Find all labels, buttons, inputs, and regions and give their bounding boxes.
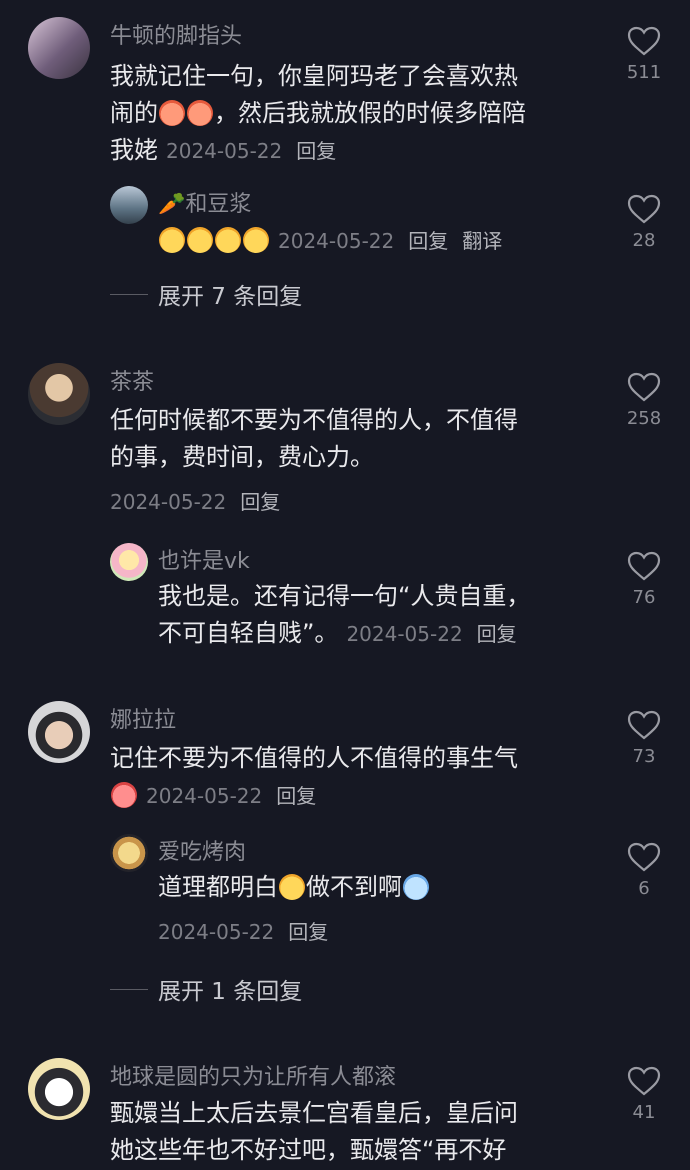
reply-meta: 2024-05-22 回复 翻译 [278,229,502,253]
smile-emoji-icon [279,874,305,900]
reply-username[interactable]: 也许是vk [158,543,250,575]
heart-icon [627,1066,661,1096]
like-count: 6 [638,878,650,899]
comment-text-line: 闹的 ，然后我就放假的时候多陪陪 [110,99,526,127]
reply-text: 我也是。还有记得一句“人贵自重， 不可自轻自贱”。 2024-05-22 回复 [158,578,598,653]
reply-button[interactable]: 回复 [276,784,316,808]
like-count: 41 [632,1102,656,1123]
expand-replies-label: 展开 1 条回复 [158,979,303,1005]
comment-text-line: 的事，费时间，费心力。 [110,443,374,471]
heart-icon [627,551,661,581]
avatar[interactable] [110,834,148,872]
avatar[interactable] [28,363,90,425]
comment-text-line: 记住不要为不值得的人不值得的事生气 [110,744,518,772]
crying-emoji-icon [159,100,185,126]
heart-icon [627,842,661,872]
heart-icon [627,710,661,740]
avatar[interactable] [28,17,90,79]
reply-date: 2024-05-22 [278,229,395,253]
like-button[interactable]: 41 [622,1066,666,1123]
smile-emoji-icon [243,227,269,253]
avatar[interactable] [28,1058,90,1120]
comment-username[interactable]: 娜拉拉 [110,702,176,734]
reply-date: 2024-05-22 [158,920,275,944]
crying-emoji-icon [187,100,213,126]
angry-emoji-icon [111,782,137,808]
smile-emoji-icon [159,227,185,253]
reply-button[interactable]: 回复 [296,139,336,163]
like-button[interactable]: 76 [622,551,666,608]
reply-text: 道理都明白 做不到啊 [158,869,430,906]
avatar[interactable] [110,543,148,581]
divider [110,293,148,295]
reply-text-line: 我也是。还有记得一句“人贵自重， [158,582,531,610]
comment-meta: 2024-05-22 回复 [110,486,280,515]
comment-text-line: 我姥 2024-05-22 回复 [110,136,337,164]
comment-date: 2024-05-22 [110,490,227,514]
comment-username[interactable]: 地球是圆的只为让所有人都滚 [110,1059,396,1091]
like-button[interactable]: 28 [622,194,666,251]
comment-text: 我就记住一句，你皇阿玛老了会喜欢热 闹的 ，然后我就放假的时候多陪陪 我姥 2024… [110,58,590,170]
like-count: 28 [632,230,656,251]
smile-emoji-icon [215,227,241,253]
comment-text-line: 任何时候都不要为不值得的人，不值得 [110,406,518,434]
heart-icon [627,26,661,56]
heart-icon [627,194,661,224]
expand-replies-label: 展开 7 条回复 [158,284,303,310]
comment-text-line: 甄嬛当上太后去景仁宫看皇后，皇后问 [110,1099,518,1127]
avatar[interactable] [110,186,148,224]
like-button[interactable]: 511 [622,26,666,83]
comment-meta: 2024-05-22 回复 [146,784,316,808]
reply-username[interactable]: 爱吃烤肉 [158,834,246,866]
reply-button[interactable]: 回复 [240,490,280,514]
comment-date: 2024-05-22 [166,139,283,163]
like-button[interactable]: 73 [622,710,666,767]
comment-username[interactable]: 牛顿的脚指头 [110,18,242,50]
reply-text-line: 不可自轻自贱”。 2024-05-22 回复 [158,619,517,647]
like-count: 73 [632,746,656,767]
comment-text: 甄嬛当上太后去景仁宫看皇后，皇后问 她这些年也不好过吧，甄嬛答“再不好 [110,1095,590,1169]
reply-button[interactable]: 回复 [477,622,517,646]
like-count: 511 [626,62,662,83]
divider [110,988,148,990]
like-count: 258 [626,408,662,429]
expand-replies-button[interactable]: 展开 1 条回复 [110,972,302,1006]
reply-date: 2024-05-22 [346,622,463,646]
reply-username[interactable]: 🥕和豆浆 [158,186,251,218]
comment-date: 2024-05-22 [146,784,263,808]
comment-text: 记住不要为不值得的人不值得的事生气 2024-05-22 回复 [110,740,590,815]
comment-text-line: 我就记住一句，你皇阿玛老了会喜欢热 [110,62,518,90]
translate-button[interactable]: 翻译 [462,229,502,253]
comment-text-line: 2024-05-22 回复 [110,777,590,815]
reply-button[interactable]: 回复 [288,920,328,944]
avatar[interactable] [28,701,90,763]
reply-text: 2024-05-22 回复 翻译 [158,222,502,260]
smile-emoji-icon [187,227,213,253]
like-count: 76 [632,587,656,608]
like-button[interactable]: 6 [622,842,666,899]
comment-username[interactable]: 茶茶 [110,364,154,396]
comment-meta: 2024-05-22 回复 [166,139,336,163]
carrot-emoji-icon: 🥕 [158,192,186,217]
sobbing-emoji-icon [403,874,429,900]
reply-button[interactable]: 回复 [408,229,448,253]
reply-meta: 2024-05-22 回复 [346,622,516,646]
like-button[interactable]: 258 [622,372,666,429]
comment-text-line: 她这些年也不好过吧，甄嬛答“再不好 [110,1136,507,1164]
heart-icon [627,372,661,402]
comment-text: 任何时候都不要为不值得的人，不值得 的事，费时间，费心力。 [110,402,590,476]
reply-meta: 2024-05-22 回复 [158,916,328,945]
expand-replies-button[interactable]: 展开 7 条回复 [110,277,302,311]
